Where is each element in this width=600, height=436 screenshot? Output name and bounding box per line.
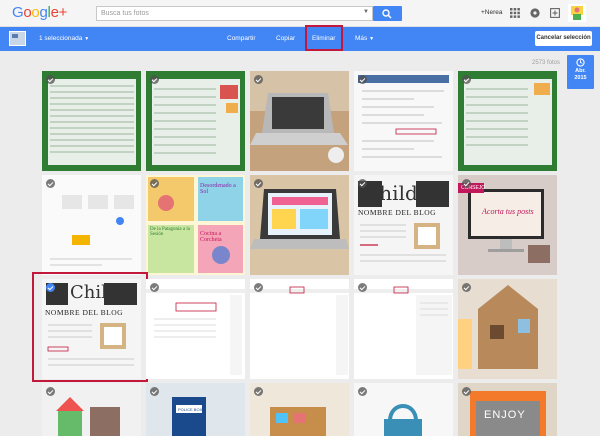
- photo-tile[interactable]: Desordenado a Sol De la Patagonia a la S…: [146, 175, 245, 275]
- photo-thumbnail: [250, 279, 349, 379]
- date-scrubber-badge[interactable]: Abr. 2015: [567, 55, 594, 89]
- photo-thumbnail: [42, 383, 141, 436]
- photo-thumbnail: [42, 71, 141, 171]
- select-check-icon[interactable]: [46, 75, 55, 84]
- search-dropdown-icon[interactable]: ▼: [363, 9, 369, 15]
- selection-highlight-annotation: [32, 272, 148, 382]
- select-check-icon[interactable]: [150, 75, 159, 84]
- photo-thumbnail: [354, 71, 453, 171]
- tile-text-blog-name: NOMBRE DEL BLOG: [358, 208, 437, 217]
- more-menu-button[interactable]: Más ▼: [355, 35, 374, 42]
- select-check-icon[interactable]: [46, 387, 55, 396]
- chevron-down-icon: ▼: [84, 36, 90, 42]
- photo-thumbnail: [354, 383, 453, 436]
- search-button[interactable]: [373, 6, 402, 21]
- photo-tile[interactable]: [250, 279, 349, 379]
- select-check-icon[interactable]: [150, 283, 159, 292]
- share-button[interactable]: Compartir: [227, 35, 256, 42]
- photo-tile[interactable]: [354, 71, 453, 171]
- tile-text-desordenado: Desordenado a Sol: [200, 183, 236, 195]
- search-placeholder: Busca tus fotos: [101, 10, 149, 17]
- tile-text-police: POLICE BOX: [178, 407, 203, 412]
- photo-thumbnail: [146, 279, 245, 379]
- notifications-icon[interactable]: [530, 8, 540, 18]
- photo-thumbnail: [458, 71, 557, 171]
- selected-thumbnail: [9, 31, 26, 46]
- select-check-icon[interactable]: [358, 75, 367, 84]
- photo-tile[interactable]: [146, 71, 245, 171]
- photo-thumbnail: [458, 279, 557, 379]
- cancel-selection-button[interactable]: Cancelar selección: [535, 31, 592, 46]
- photo-tile[interactable]: CONSEJO Acorta tus posts: [458, 175, 557, 275]
- tile-text-cocina: Cocina a Corcheta: [200, 231, 222, 243]
- select-check-icon[interactable]: [462, 387, 471, 396]
- photo-thumbnail: [250, 175, 349, 275]
- chevron-down-icon: ▼: [369, 36, 375, 42]
- photo-count: 2573 fotos: [532, 60, 561, 66]
- photo-tile[interactable]: [42, 71, 141, 171]
- photo-tile[interactable]: [354, 279, 453, 379]
- selection-count-dropdown[interactable]: 1 seleccionada ▼: [39, 35, 89, 42]
- photo-thumbnail: [354, 279, 453, 379]
- user-name-link[interactable]: +Nerea: [481, 9, 503, 16]
- photo-tile[interactable]: [354, 383, 453, 436]
- selection-count-label: 1 seleccionada: [39, 35, 83, 42]
- search-input[interactable]: Busca tus fotos ▼: [96, 6, 373, 21]
- photo-thumbnail: [146, 71, 245, 171]
- photo-tile[interactable]: [250, 175, 349, 275]
- photo-tile[interactable]: ENJOY: [458, 383, 557, 436]
- logo-plus: +: [58, 4, 68, 21]
- date-year: 2015: [574, 74, 587, 81]
- photo-tile[interactable]: [42, 175, 141, 275]
- select-check-icon[interactable]: [462, 179, 471, 188]
- select-check-icon[interactable]: [358, 387, 367, 396]
- photo-tile[interactable]: [458, 71, 557, 171]
- avatar[interactable]: [568, 4, 586, 22]
- selection-action-bar: 1 seleccionada ▼ Compartir Copiar Elimin…: [0, 27, 600, 51]
- select-check-icon[interactable]: [150, 387, 159, 396]
- select-check-icon[interactable]: [358, 283, 367, 292]
- tile-text-acorta: Acorta tus posts: [482, 207, 534, 216]
- select-check-icon[interactable]: [254, 283, 263, 292]
- photo-thumbnail: [42, 175, 141, 275]
- apps-grid-icon[interactable]: [510, 8, 520, 18]
- select-check-icon[interactable]: [150, 179, 159, 188]
- google-plus-logo[interactable]: Google+: [12, 4, 67, 21]
- search-icon: [382, 9, 392, 19]
- tile-text-patagonia: De la Patagonia a la Sesión: [150, 227, 190, 237]
- share-plus-icon[interactable]: [550, 8, 560, 18]
- tile-text-child: Child: [364, 181, 418, 205]
- photo-tile[interactable]: POLICE BOX: [146, 383, 245, 436]
- top-bar: Google+ Busca tus fotos ▼ +Nerea: [0, 0, 600, 27]
- photo-thumbnail: [250, 383, 349, 436]
- select-check-icon[interactable]: [254, 75, 263, 84]
- clock-icon: [576, 58, 585, 67]
- select-check-icon[interactable]: [254, 387, 263, 396]
- photo-tile[interactable]: [42, 383, 141, 436]
- photo-tile[interactable]: [146, 279, 245, 379]
- photo-tile[interactable]: Child NOMBRE DEL BLOG: [354, 175, 453, 275]
- select-check-icon[interactable]: [358, 179, 367, 188]
- photo-tile[interactable]: [250, 383, 349, 436]
- photo-tile[interactable]: [250, 71, 349, 171]
- delete-highlight-annotation: [305, 25, 343, 51]
- more-label: Más: [355, 35, 368, 42]
- select-check-icon[interactable]: [46, 179, 55, 188]
- select-check-icon[interactable]: [254, 179, 263, 188]
- photo-tile[interactable]: [458, 279, 557, 379]
- select-check-icon[interactable]: [462, 75, 471, 84]
- copy-button[interactable]: Copiar: [276, 35, 295, 42]
- photo-thumbnail: [250, 71, 349, 171]
- tile-text-enjoy: ENJOY: [484, 409, 526, 421]
- select-check-icon[interactable]: [462, 283, 471, 292]
